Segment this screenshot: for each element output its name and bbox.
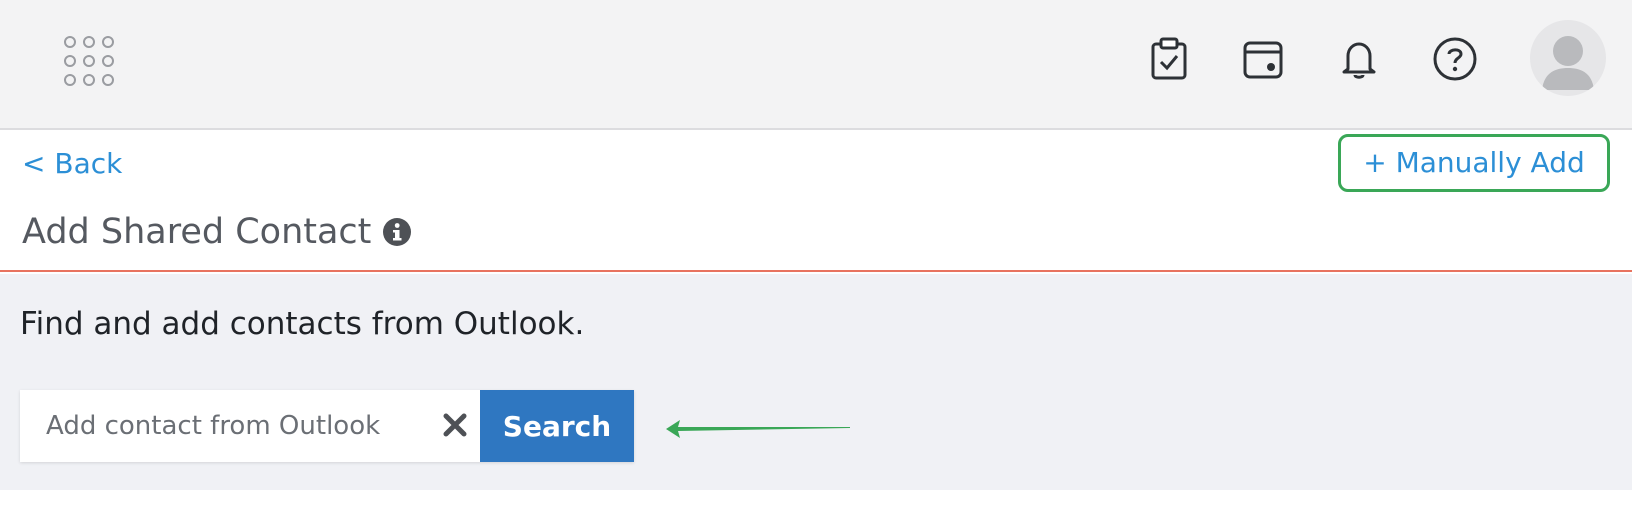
top-bar	[0, 0, 1632, 130]
content-footer	[0, 490, 1632, 512]
clipboard-check-icon[interactable]	[1146, 36, 1192, 82]
search-bar: Search	[20, 390, 634, 462]
search-button[interactable]: Search	[480, 390, 634, 462]
info-icon[interactable]	[381, 216, 413, 248]
back-link[interactable]: < Back	[22, 146, 122, 182]
calendar-icon[interactable]	[1240, 36, 1286, 82]
user-avatar-icon[interactable]	[1530, 20, 1606, 96]
page-title: Add Shared Contact	[22, 210, 413, 254]
close-icon[interactable]	[440, 410, 470, 440]
help-icon[interactable]	[1432, 36, 1478, 82]
apps-grid-icon[interactable]	[62, 34, 116, 88]
arrow-annotation	[664, 414, 854, 444]
bell-icon[interactable]	[1336, 36, 1382, 82]
manually-add-button[interactable]: + Manually Add	[1338, 134, 1610, 192]
description-text: Find and add contacts from Outlook.	[20, 306, 585, 342]
search-input[interactable]	[20, 390, 480, 462]
page-title-text: Add Shared Contact	[22, 212, 372, 252]
